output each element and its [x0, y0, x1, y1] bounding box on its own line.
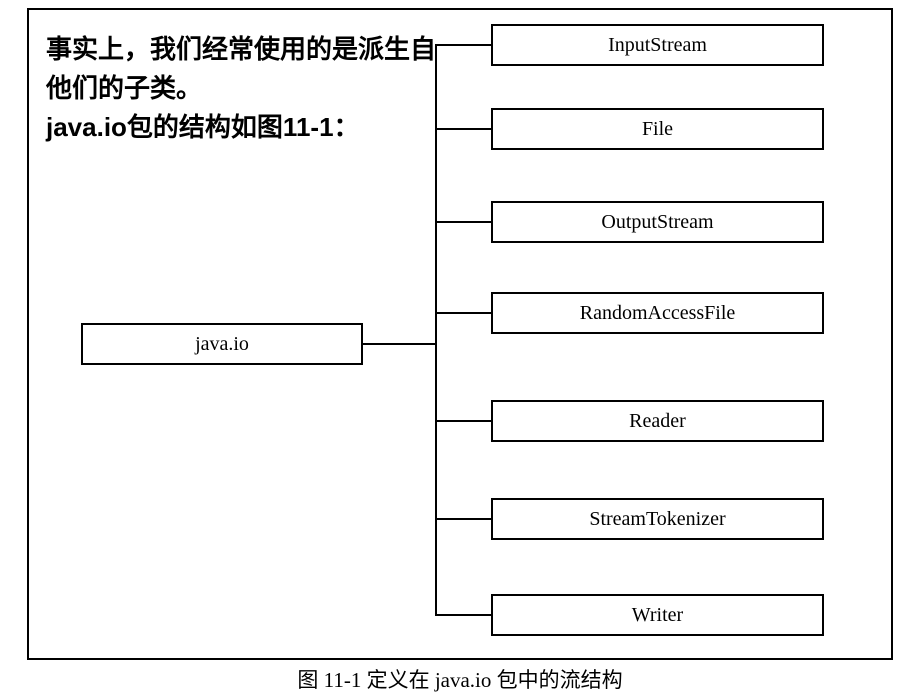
connector-branch: [435, 221, 491, 223]
diagram-child-node: StreamTokenizer: [491, 498, 824, 540]
connector-branch: [435, 420, 491, 422]
child-label: OutputStream: [601, 211, 713, 234]
connector-branch: [435, 518, 491, 520]
diagram-child-node: Writer: [491, 594, 824, 636]
child-label: Writer: [632, 604, 683, 627]
child-label: File: [642, 118, 673, 141]
connector-branch: [435, 128, 491, 130]
child-label: Reader: [629, 410, 686, 433]
description-text: 事实上，我们经常使用的是派生自他们的子类。 java.io包的结构如图11-1：: [46, 30, 436, 147]
child-label: RandomAccessFile: [580, 302, 736, 325]
description-line1: 事实上，我们经常使用的是派生自他们的子类。: [46, 34, 436, 103]
child-label: InputStream: [608, 34, 707, 57]
connector-branch: [435, 44, 491, 46]
diagram-child-node: InputStream: [491, 24, 824, 66]
root-label: java.io: [195, 333, 249, 356]
diagram-root-node: java.io: [81, 323, 363, 365]
diagram-child-node: File: [491, 108, 824, 150]
description-line2: java.io包的结构如图11-1：: [46, 112, 360, 142]
diagram-child-node: OutputStream: [491, 201, 824, 243]
connector-main: [363, 343, 437, 345]
child-label: StreamTokenizer: [589, 508, 725, 531]
diagram-child-node: Reader: [491, 400, 824, 442]
connector-branch: [435, 312, 491, 314]
caption-text: 图 11-1 定义在 java.io 包中的流结构: [297, 668, 622, 692]
connector-branch: [435, 614, 491, 616]
diagram-child-node: RandomAccessFile: [491, 292, 824, 334]
